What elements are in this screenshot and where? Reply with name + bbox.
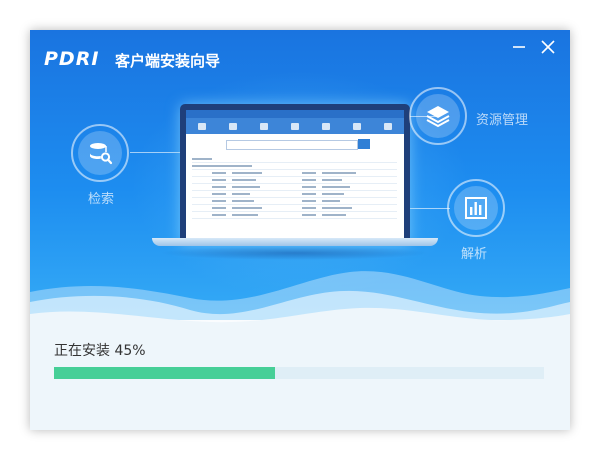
installer-window: PDRI 客户端安装向导 检索 资源管理 解析 正在安装 45% xyxy=(30,30,570,430)
install-progress-bar xyxy=(54,367,544,379)
install-status-text: 正在安装 45% xyxy=(54,343,146,359)
install-progress-fill xyxy=(54,367,275,379)
